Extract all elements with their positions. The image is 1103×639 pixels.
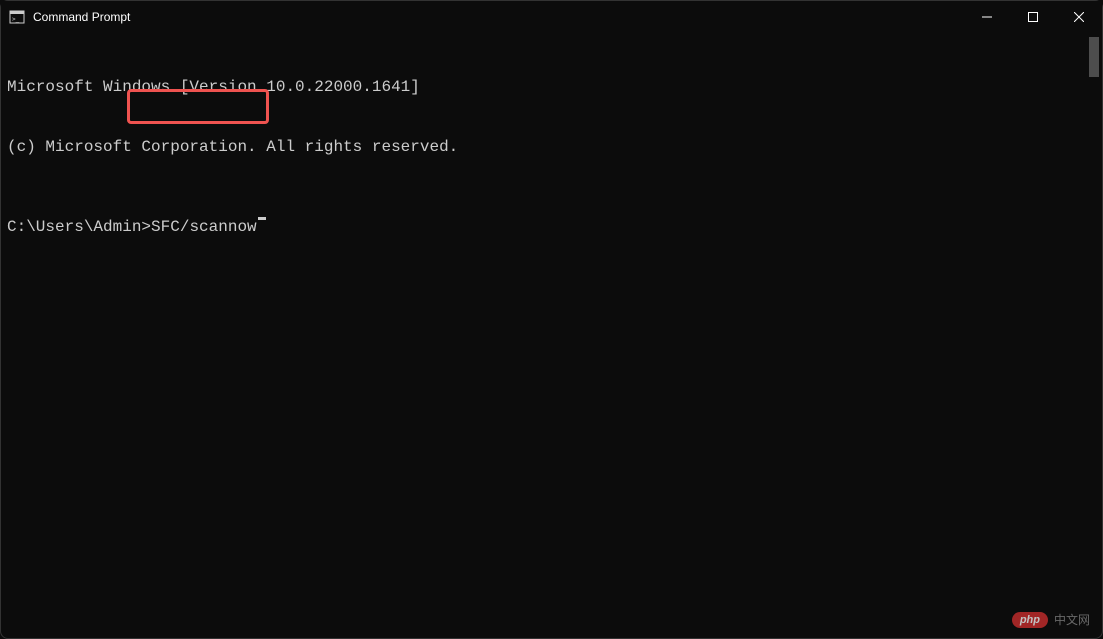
scrollbar-thumb[interactable] — [1089, 37, 1099, 77]
minimize-button[interactable] — [964, 1, 1010, 33]
cmd-icon: >_ — [9, 9, 25, 25]
terminal-content[interactable]: Microsoft Windows [Version 10.0.22000.16… — [1, 33, 1102, 638]
close-button[interactable] — [1056, 1, 1102, 33]
watermark: php 中文网 — [1012, 611, 1090, 628]
version-line: Microsoft Windows [Version 10.0.22000.16… — [7, 77, 1096, 97]
window-controls — [964, 1, 1102, 33]
window-title: Command Prompt — [33, 10, 130, 24]
prompt-row: C:\Users\Admin>SFC/scannow — [7, 217, 1096, 237]
maximize-button[interactable] — [1010, 1, 1056, 33]
prompt-path: C:\Users\Admin> — [7, 217, 151, 237]
command-input[interactable]: SFC/scannow — [151, 217, 257, 237]
titlebar-left: >_ Command Prompt — [9, 9, 130, 25]
command-prompt-window: >_ Command Prompt Microsoft Windows [Ver… — [0, 0, 1103, 639]
titlebar[interactable]: >_ Command Prompt — [1, 1, 1102, 33]
watermark-text: 中文网 — [1054, 611, 1090, 628]
watermark-badge: php — [1012, 612, 1048, 628]
cursor-icon — [258, 217, 266, 220]
copyright-line: (c) Microsoft Corporation. All rights re… — [7, 137, 1096, 157]
svg-text:>_: >_ — [12, 16, 20, 23]
